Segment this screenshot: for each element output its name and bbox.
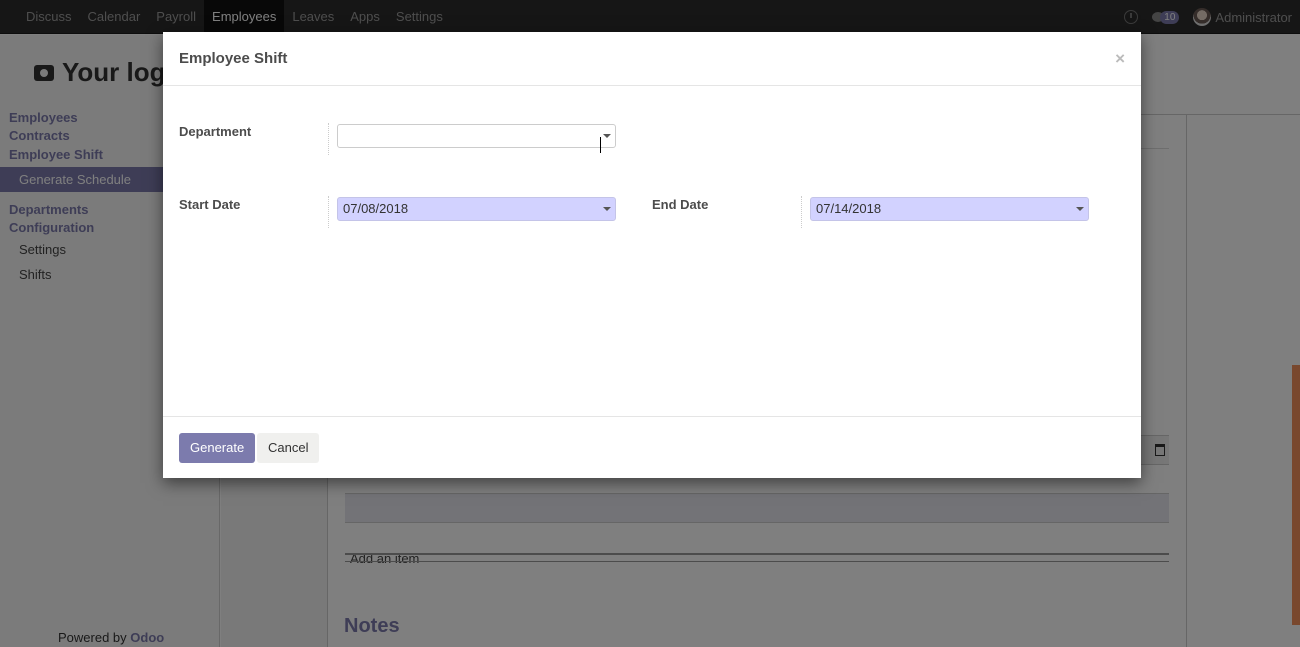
dialog-footer: Generate Cancel — [163, 416, 1141, 478]
close-icon[interactable]: × — [1115, 49, 1125, 69]
start-date-value: 07/08/2018 — [343, 201, 409, 216]
cancel-button[interactable]: Cancel — [257, 433, 320, 463]
generate-button[interactable]: Generate — [179, 433, 256, 463]
department-select[interactable] — [337, 124, 616, 153]
text-cursor — [600, 137, 601, 153]
field-separator — [328, 196, 329, 228]
end-date-label: End Date — [652, 197, 709, 212]
dialog-title: Employee Shift — [179, 50, 288, 67]
field-separator — [801, 196, 802, 228]
dialog-body: Department Start Date 07/08/2018 End Dat… — [163, 87, 1141, 416]
field-separator — [328, 123, 329, 155]
dialog-header: Employee Shift × — [163, 32, 1141, 86]
end-date-value: 07/14/2018 — [816, 201, 882, 216]
end-date-input[interactable]: 07/14/2018 — [810, 197, 1089, 221]
start-date-label: Start Date — [179, 197, 241, 212]
department-label: Department — [179, 124, 252, 139]
chevron-down-icon[interactable] — [603, 134, 611, 138]
chevron-down-icon[interactable] — [1076, 207, 1084, 211]
chevron-down-icon[interactable] — [603, 207, 611, 211]
employee-shift-dialog: Employee Shift × Department Start Date 0… — [163, 32, 1141, 478]
start-date-input[interactable]: 07/08/2018 — [337, 197, 616, 221]
